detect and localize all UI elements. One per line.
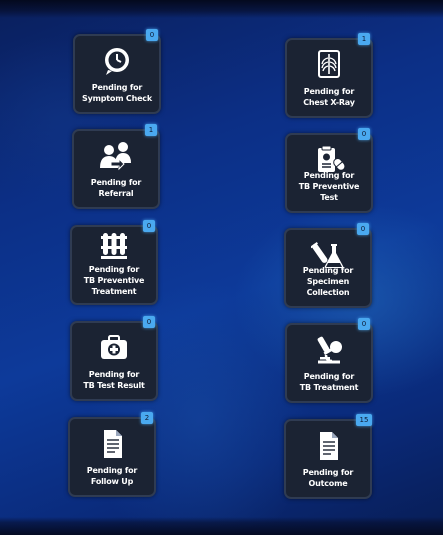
label-line-1: Pending for: [302, 468, 354, 477]
label-line-2: TB Treatment: [299, 383, 359, 392]
tile-tb-test-result[interactable]: 0 Pending for TB Test Result: [70, 316, 158, 401]
tile-tb-treatment[interactable]: 0 Pending for TB Treatment: [285, 318, 373, 403]
document-icon: [95, 429, 129, 459]
tile-follow-up[interactable]: 2 Pending for Follow Up: [68, 412, 156, 497]
count-badge: 2: [141, 412, 153, 424]
clock-chat-icon: [100, 46, 134, 76]
top-shadow: [0, 0, 443, 18]
tile-symptom-check[interactable]: 0 Pending for Symptom Check: [73, 29, 161, 114]
count-badge: 15: [356, 414, 372, 426]
label-line-1: Pending for: [91, 83, 143, 92]
count-badge: 0: [357, 223, 369, 235]
label-line-2: Outcome: [308, 479, 348, 488]
label-line-2: TB Preventive Test: [298, 182, 360, 202]
label-line-1: Pending for: [302, 266, 354, 275]
referral-people-icon: [99, 141, 133, 171]
label-line-1: Pending for: [303, 87, 355, 96]
count-badge: 1: [145, 124, 157, 136]
label-line-1: Pending for: [303, 171, 355, 180]
microscope-icon: [312, 335, 346, 365]
tile-tb-preventive-test[interactable]: 0 Pending for TB Preventive Test: [285, 128, 373, 213]
label-line-1: Pending for: [88, 370, 140, 379]
count-badge: 0: [358, 128, 370, 140]
label-line-2: TB Preventive: [83, 276, 145, 285]
test-tubes-icon: [97, 232, 131, 262]
label-line-2: Follow Up: [90, 477, 134, 486]
document-icon: [311, 431, 345, 461]
count-badge: 0: [143, 316, 155, 328]
label-line-2: Symptom Check: [82, 94, 152, 103]
label-line-1: Pending for: [86, 466, 138, 475]
tile-outcome[interactable]: 15 Pending for Outcome: [284, 414, 372, 499]
label-line-2: TB Test Result: [83, 381, 145, 390]
xray-icon: [312, 50, 346, 80]
label-line-2: Chest X-Ray: [303, 98, 355, 107]
count-badge: 0: [143, 220, 155, 232]
tile-referral[interactable]: 1 Pending for Referral: [72, 124, 160, 209]
count-badge: 1: [358, 33, 370, 45]
bottom-shadow: [0, 517, 443, 535]
medical-kit-icon: [97, 333, 131, 363]
label-line-2: Specimen Collection: [306, 277, 350, 297]
label-line-2: Referral: [98, 189, 134, 198]
tile-chest-xray[interactable]: 1 Pending for Chest X-Ray: [285, 33, 373, 118]
label-line-3: Treatment: [91, 287, 137, 296]
count-badge: 0: [358, 318, 370, 330]
label-line-1: Pending for: [90, 178, 142, 187]
tile-specimen-collection[interactable]: 0 Pending for Specimen Collection: [284, 223, 372, 308]
label-line-1: Pending for: [303, 372, 355, 381]
label-line-1: Pending for: [88, 265, 140, 274]
count-badge: 0: [146, 29, 158, 41]
tile-tb-preventive-treatment[interactable]: 0 Pending for TB Preventive Treatment: [70, 220, 158, 305]
